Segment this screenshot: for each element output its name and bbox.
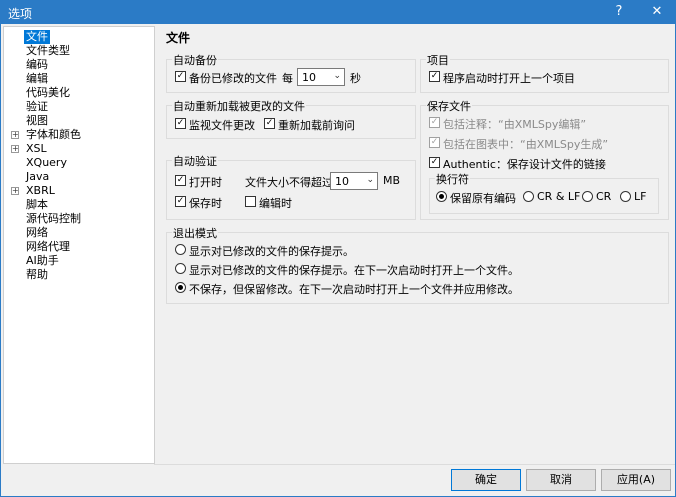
linebreak-lf-radio[interactable] [620,191,631,202]
exit-keep-changes-radio[interactable] [175,282,186,293]
validate-on-open-checkbox[interactable]: ✓ [175,175,186,186]
include-graph-label: 包括在图表中：“由XMLSpy生成” [443,138,609,151]
autosave-group: 自动备份 ✓ 备份已修改的文件 每 10 ⌄ 秒 [166,52,416,93]
exit-mode-group-title: 退出模式 [172,225,218,241]
include-comment-checkbox[interactable]: ✓ [429,117,440,128]
max-size-label: 文件大小不得超过 [245,176,333,189]
exit-prompt-reopen-radio[interactable] [175,263,186,274]
linebreak-crlf-label: CR & LF [537,190,581,203]
max-size-unit: MB [383,174,401,187]
expand-icon[interactable]: + [11,187,19,195]
validate-on-open-label: 打开时 [189,176,222,189]
save-file-group: 保存文件 ✓ 包括注释：“由XMLSpy编辑” ✓ 包括在图表中：“由XMLSp… [420,98,669,220]
page-title: 文件 [166,31,191,45]
cancel-button[interactable]: 取消 [526,469,596,491]
linebreak-lf-label: LF [634,190,647,203]
backup-checkbox[interactable]: ✓ [175,71,186,82]
backup-interval-select[interactable]: 10 ⌄ [297,68,345,86]
line-break-group-title: 换行符 [435,171,470,187]
footer-divider [154,464,675,465]
project-group-title: 项目 [426,52,450,68]
autovalidate-group-title: 自动验证 [172,153,218,169]
close-button[interactable]: ✕ [642,0,672,24]
settings-panel: 文件 自动备份 ✓ 备份已修改的文件 每 10 ⌄ 秒 自动重新加载被更改的文件… [156,26,674,464]
exit-mode-group: 退出模式 显示对已修改的文件的保存提示。 显示对已修改的文件的保存提示。在下一次… [166,225,669,304]
linebreak-preserve-label: 保留原有编码 [450,192,516,205]
linebreak-preserve-radio[interactable] [436,191,447,202]
dialog-body: 文件 文件类型 编码 编辑 代码美化 验证 视图 + 字体和颜色 + XSL XQu… [0,24,676,497]
ask-before-reload-checkbox[interactable]: ✓ [264,118,275,129]
chevron-down-icon: ⌄ [366,175,374,185]
window-title: 选项 [8,7,33,21]
max-size-value: 10 [335,175,349,188]
expand-icon[interactable]: + [11,131,19,139]
exit-prompt-radio[interactable] [175,244,186,255]
linebreak-cr-radio[interactable] [582,191,593,202]
autovalidate-group: 自动验证 ✓ 打开时 文件大小不得超过 10 ⌄ MB ✓ 保存时 编辑时 [166,153,416,220]
validate-on-edit-checkbox[interactable] [245,196,256,207]
seconds-label: 秒 [350,72,361,85]
chevron-down-icon: ⌄ [333,71,341,81]
backup-label: 备份已修改的文件 [189,72,277,85]
apply-button[interactable]: 应用(A) [601,469,671,491]
linebreak-cr-label: CR [596,190,612,203]
exit-keep-changes-label: 不保存，但保留修改。在下一次启动时打开上一个文件并应用修改。 [189,283,519,296]
line-break-group: 换行符 保留原有编码 CR & LF CR LF [429,171,659,214]
backup-interval-value: 10 [302,71,316,84]
linebreak-crlf-radio[interactable] [523,191,534,202]
max-size-select[interactable]: 10 ⌄ [330,172,378,190]
include-graph-checkbox[interactable]: ✓ [429,137,440,148]
ask-before-reload-label: 重新加载前询问 [278,119,355,132]
ok-button[interactable]: 确定 [451,469,521,491]
reopen-project-label: 程序启动时打开上一个项目 [443,72,575,85]
authentic-link-label: Authentic：保存设计文件的链接 [443,158,606,171]
every-label: 每 [282,72,293,85]
validate-on-save-label: 保存时 [189,197,222,210]
exit-prompt-label: 显示对已修改的文件的保存提示。 [189,245,354,258]
autosave-group-title: 自动备份 [172,52,218,68]
watch-changes-checkbox[interactable]: ✓ [175,118,186,129]
reload-group-title: 自动重新加载被更改的文件 [172,98,306,114]
reopen-project-checkbox[interactable]: ✓ [429,71,440,82]
authentic-link-checkbox[interactable]: ✓ [429,157,440,168]
validate-on-save-checkbox[interactable]: ✓ [175,196,186,207]
expand-icon[interactable]: + [11,145,19,153]
project-group: 项目 ✓ 程序启动时打开上一个项目 [420,52,669,93]
exit-prompt-reopen-label: 显示对已修改的文件的保存提示。在下一次启动时打开上一个文件。 [189,264,519,277]
reload-group: 自动重新加载被更改的文件 ✓ 监视文件更改 ✓ 重新加载前询问 [166,98,416,139]
category-tree[interactable]: 文件 文件类型 编码 编辑 代码美化 验证 视图 + 字体和颜色 + XSL XQu… [3,26,155,464]
help-button[interactable]: ? [604,0,634,24]
watch-changes-label: 监视文件更改 [189,119,255,132]
title-bar: 选项 ? ✕ [0,0,676,24]
include-comment-label: 包括注释：“由XMLSpy编辑” [443,118,587,131]
save-file-group-title: 保存文件 [426,98,472,114]
validate-on-edit-label: 编辑时 [259,197,292,210]
